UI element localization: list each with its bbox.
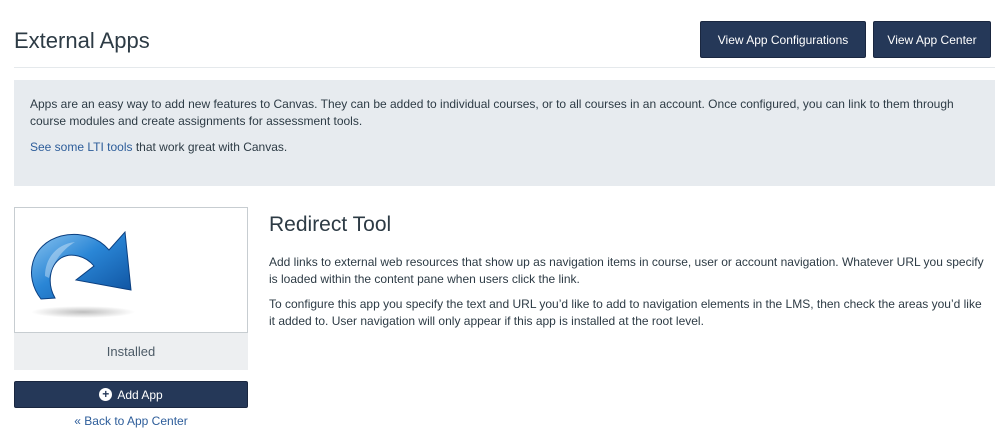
info-text: Apps are an easy way to add new features… [30, 97, 954, 128]
app-description: Add links to external web resources that… [269, 254, 989, 338]
app-description-2: To configure this app you specify the te… [269, 297, 982, 328]
redirect-arrow-icon [31, 230, 135, 318]
view-app-configurations-button[interactable]: View App Configurations [700, 21, 866, 58]
header-divider [14, 67, 995, 68]
info-panel: Apps are an easy way to add new features… [14, 80, 995, 186]
app-name: Redirect Tool [269, 213, 392, 236]
page-title: External Apps [14, 28, 150, 53]
add-app-label: Add App [117, 387, 163, 402]
info-link-line: See some LTI tools that work great with … [30, 139, 979, 156]
info-link-suffix: that work great with Canvas. [132, 140, 288, 154]
app-logo-tile [14, 207, 248, 333]
app-description-1: Add links to external web resources that… [269, 255, 984, 286]
add-app-button[interactable]: + Add App [14, 381, 248, 408]
plus-circle-icon: + [99, 388, 113, 401]
view-app-center-button[interactable]: View App Center [873, 21, 991, 58]
installed-status: Installed [14, 333, 248, 370]
lti-tools-link[interactable]: See some LTI tools [30, 140, 133, 154]
back-to-app-center-link[interactable]: « Back to App Center [14, 414, 248, 428]
page-header: External Apps View App Configurations Vi… [0, 0, 995, 68]
